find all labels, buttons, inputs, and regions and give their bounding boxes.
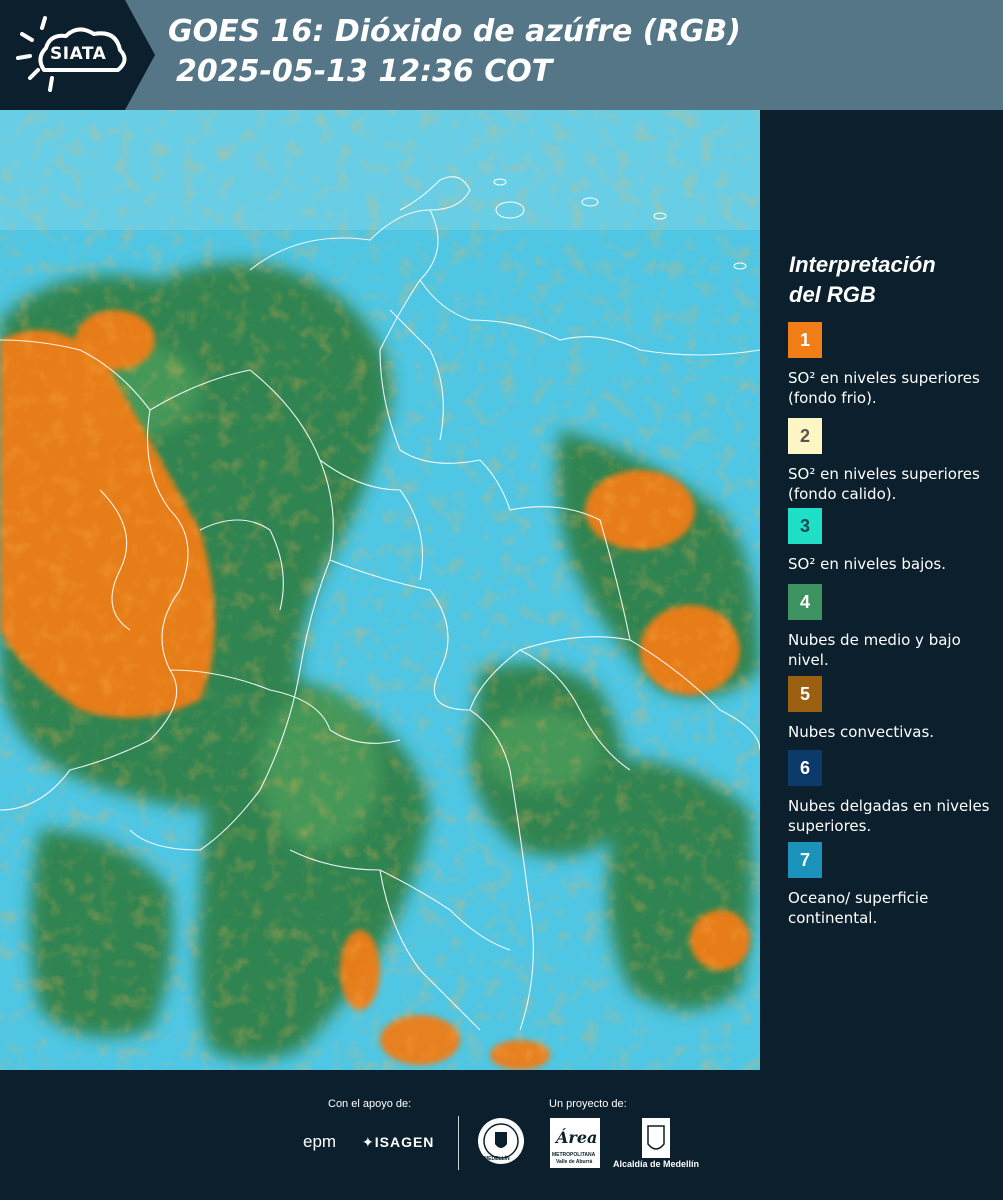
footer-bar: Con el apoyo de: Un proyecto de: epm ✦IS…	[0, 1070, 1003, 1200]
siata-logo: SIATA	[0, 0, 160, 110]
legend-number-4: 4	[799, 591, 810, 612]
legend-label-4: Nubes de medio y bajo nivel.	[788, 631, 961, 669]
legend-number-2: 2	[799, 425, 810, 446]
medellin-seal-text: MEDELLÍN	[484, 1156, 510, 1162]
legend-item-4: 4 Nubes de medio y bajo nivel.	[788, 584, 998, 670]
isagen-logo: ✦ISAGEN	[362, 1134, 434, 1151]
area-logo-sub2: Valle de Aburrá	[556, 1159, 593, 1165]
timestamp: 2025-05-13 12:36 COT	[176, 54, 553, 89]
legend-title-line1: Interpretación	[789, 252, 936, 277]
legend-item-3: 3 SO² en niveles bajos.	[788, 508, 998, 574]
legend-swatch-4: 4	[788, 584, 822, 620]
epm-logo: epm	[303, 1132, 336, 1152]
isagen-logo-text: ISAGEN	[374, 1134, 435, 1150]
legend-swatch-6: 6	[788, 750, 822, 786]
epm-logo-text: epm	[303, 1132, 337, 1151]
legend-title-line2: del RGB	[789, 282, 876, 307]
legend-item-1: 1 SO² en niveles superiores (fondo frio)…	[788, 322, 998, 408]
logo-text: SIATA	[50, 44, 107, 64]
alcaldia-logo-text: Alcaldía de Medellín	[613, 1159, 700, 1169]
legend-swatch-1: 1	[788, 322, 822, 358]
support-caption: Con el apoyo de:	[328, 1098, 412, 1110]
legend-label-7: Oceano/ superficie continental.	[788, 889, 929, 927]
area-logo-text: Área	[556, 1128, 598, 1147]
legend-item-6: 6 Nubes delgadas en niveles superiores.	[788, 750, 998, 836]
alcaldia-shield-icon	[642, 1118, 670, 1158]
legend-swatch-2: 2	[788, 418, 822, 454]
header-bar: SIATA GOES 16: Dióxido de azúfre (RGB) 2…	[0, 0, 1003, 110]
legend-number-5: 5	[799, 683, 810, 704]
area-logo-sub1: METROPOLITANA	[552, 1152, 596, 1158]
legend-item-5: 5 Nubes convectivas.	[788, 676, 998, 742]
legend-number-3: 3	[799, 515, 810, 536]
page-title: GOES 16: Dióxido de azúfre (RGB)	[168, 14, 741, 49]
legend-panel: Interpretación del RGB 1 SO² en niveles …	[760, 110, 1003, 1070]
legend-label-6: Nubes delgadas en niveles superiores.	[788, 797, 990, 835]
satellite-map[interactable]	[0, 110, 760, 1070]
legend-label-5: Nubes convectivas.	[788, 723, 935, 741]
legend-swatch-7: 7	[788, 842, 822, 878]
legend-label-2: SO² en niveles superiores (fondo calido)…	[788, 465, 980, 503]
footer-divider	[458, 1116, 459, 1170]
legend-number-7: 7	[799, 849, 810, 870]
legend-label-3: SO² en niveles bajos.	[788, 555, 947, 573]
legend-number-1: 1	[799, 329, 810, 350]
legend-label-1: SO² en niveles superiores (fondo frio).	[788, 369, 980, 407]
isagen-star-icon: ✦	[362, 1134, 375, 1150]
legend-item-7: 7 Oceano/ superficie continental.	[788, 842, 998, 928]
legend-item-2: 2 SO² en niveles superiores (fondo calid…	[788, 418, 998, 504]
project-caption: Un proyecto de:	[549, 1098, 627, 1110]
legend-title: Interpretación del RGB	[789, 250, 989, 310]
legend-swatch-3: 3	[788, 508, 822, 544]
satellite-image	[0, 110, 760, 1070]
legend-swatch-5: 5	[788, 676, 822, 712]
legend-number-6: 6	[799, 757, 810, 778]
